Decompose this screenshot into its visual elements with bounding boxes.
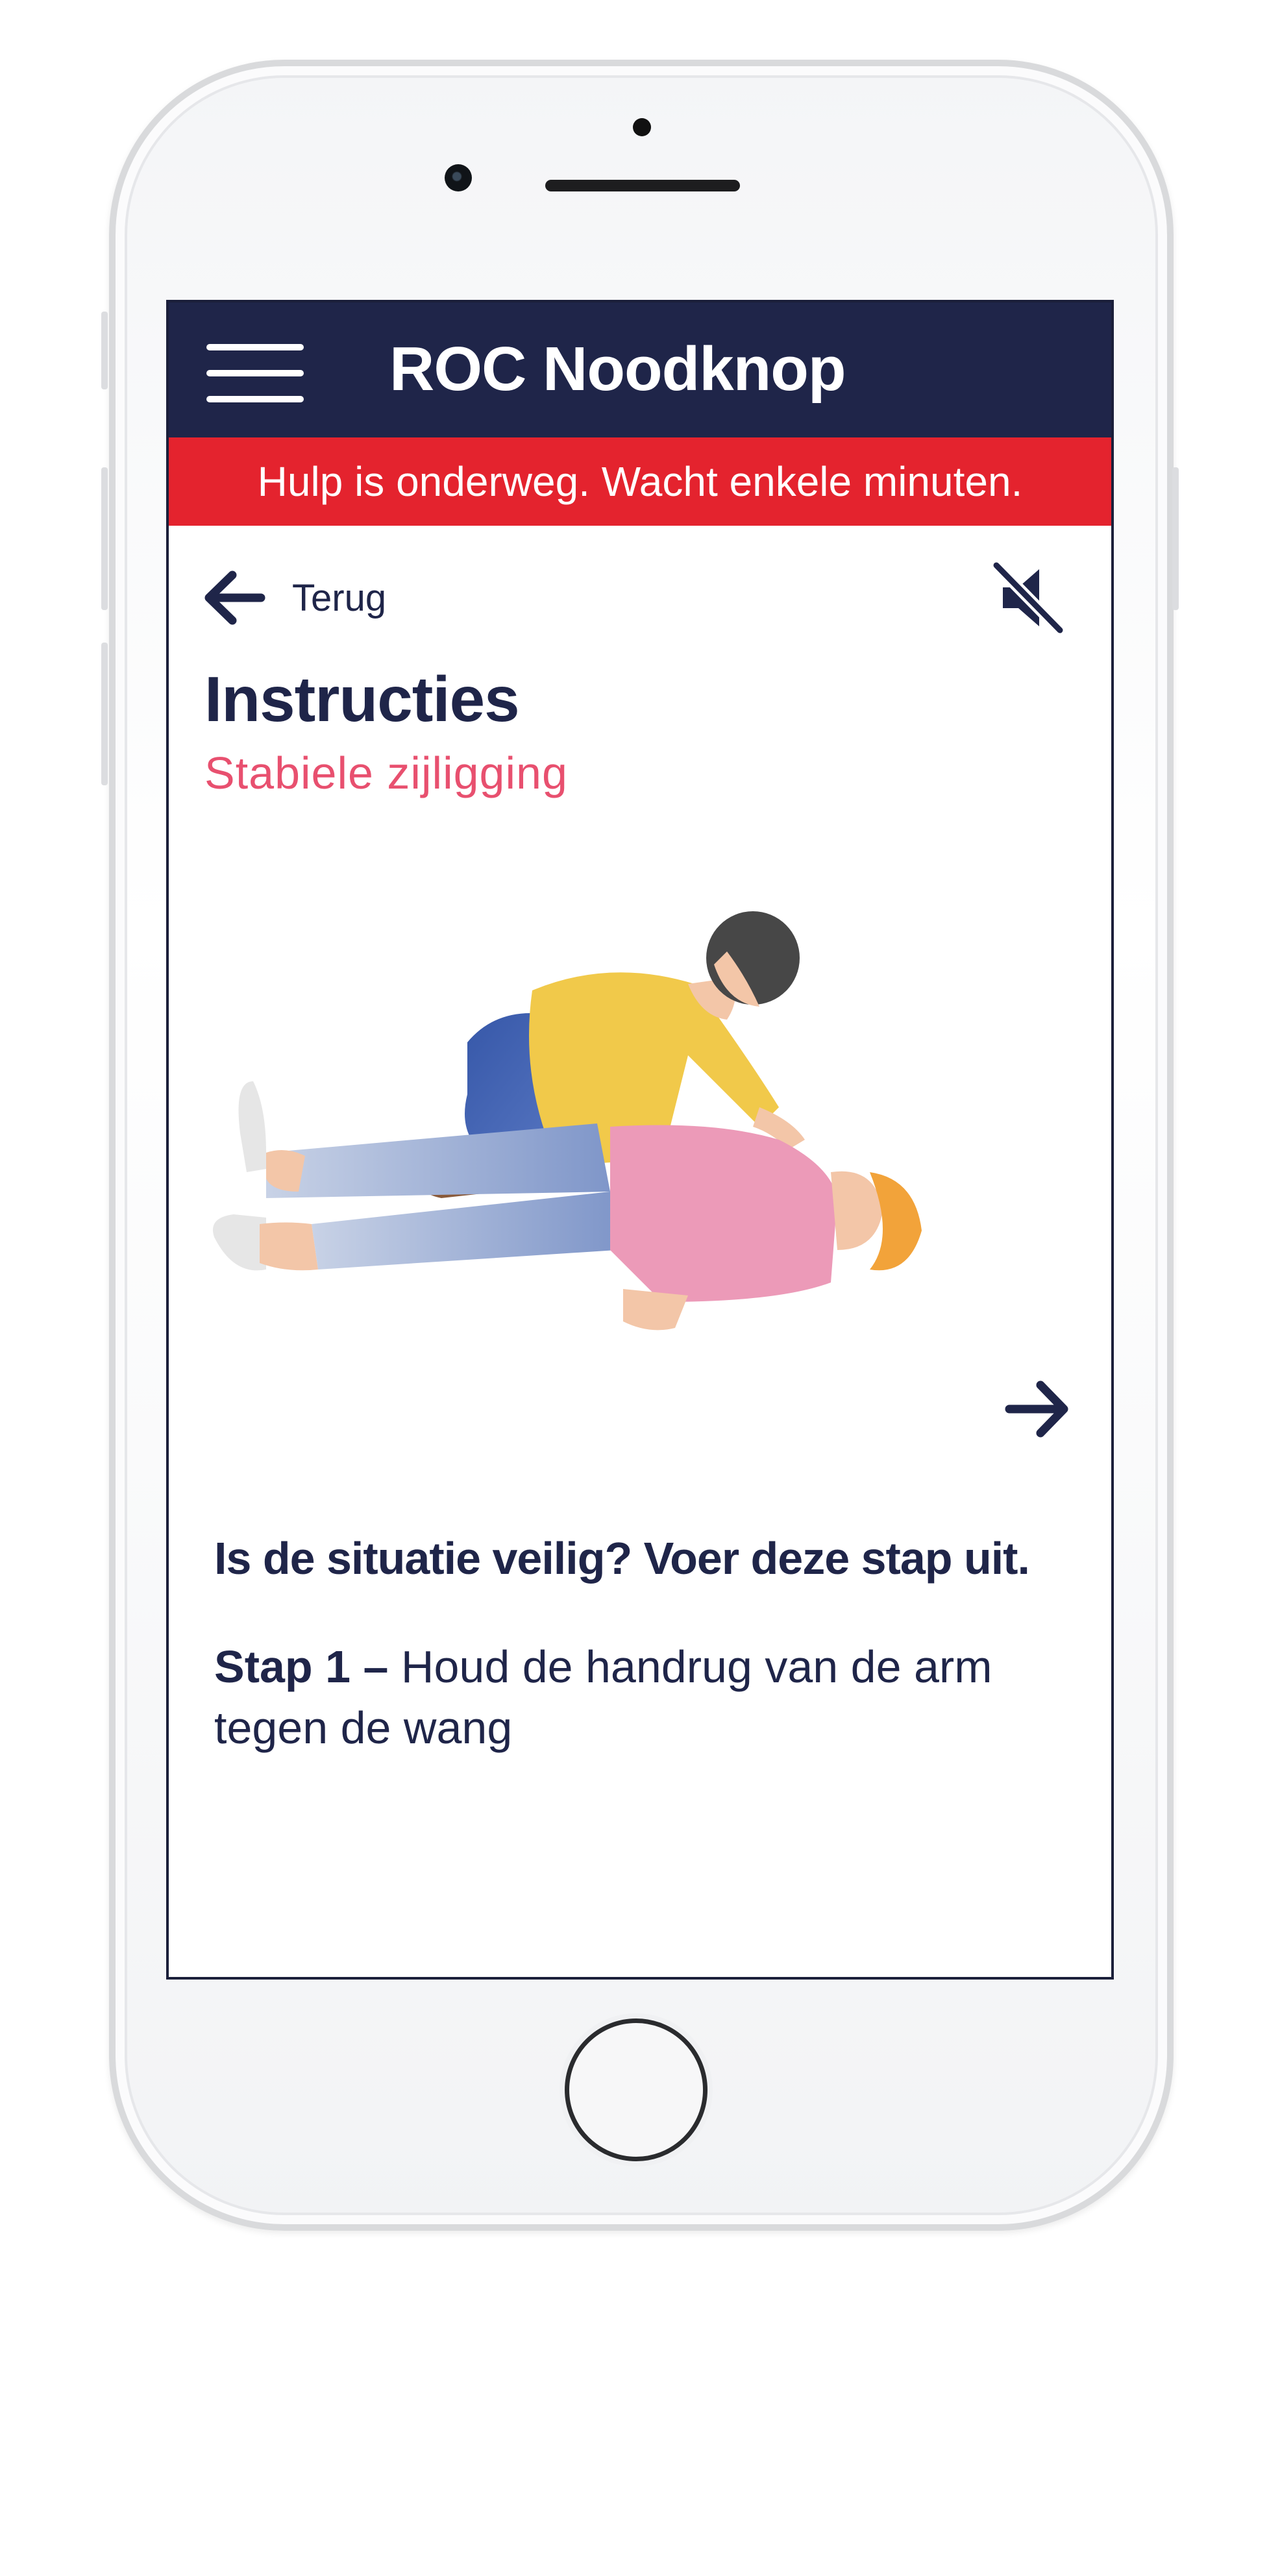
app-header: ROC Noodknop (169, 302, 1111, 437)
recovery-position-illustration (213, 911, 922, 1331)
speaker-muted-icon[interactable] (990, 559, 1068, 637)
volume-up-button (101, 467, 108, 610)
back-button[interactable]: Terug (201, 565, 386, 630)
app-title: ROC Noodknop (389, 334, 846, 404)
page-title: Instructies (204, 663, 520, 735)
step-instruction: Stap 1 – Houd de handrug van de arm tege… (214, 1636, 1077, 1758)
safety-question: Is de situatie veilig? Voer deze stap ui… (214, 1533, 1030, 1584)
proximity-sensor (633, 118, 651, 136)
earpiece-speaker (545, 180, 740, 191)
step-label: Stap 1 – (214, 1641, 389, 1692)
help-on-the-way-banner: Hulp is onderweg. Wacht enkele minuten. (169, 437, 1111, 526)
arrow-left-icon (204, 570, 265, 625)
volume-down-button (101, 643, 108, 785)
app-screen: ROC Noodknop Hulp is onderweg. Wacht enk… (166, 300, 1114, 1980)
hamburger-menu-icon[interactable] (206, 344, 304, 402)
silent-switch (101, 312, 108, 389)
arrow-right-icon[interactable] (1003, 1373, 1074, 1445)
instruction-subtitle: Stabiele zijligging (204, 748, 568, 798)
back-label: Terug (292, 576, 387, 619)
front-camera (445, 164, 472, 191)
power-button (1172, 467, 1179, 610)
home-button[interactable] (565, 2018, 708, 2161)
